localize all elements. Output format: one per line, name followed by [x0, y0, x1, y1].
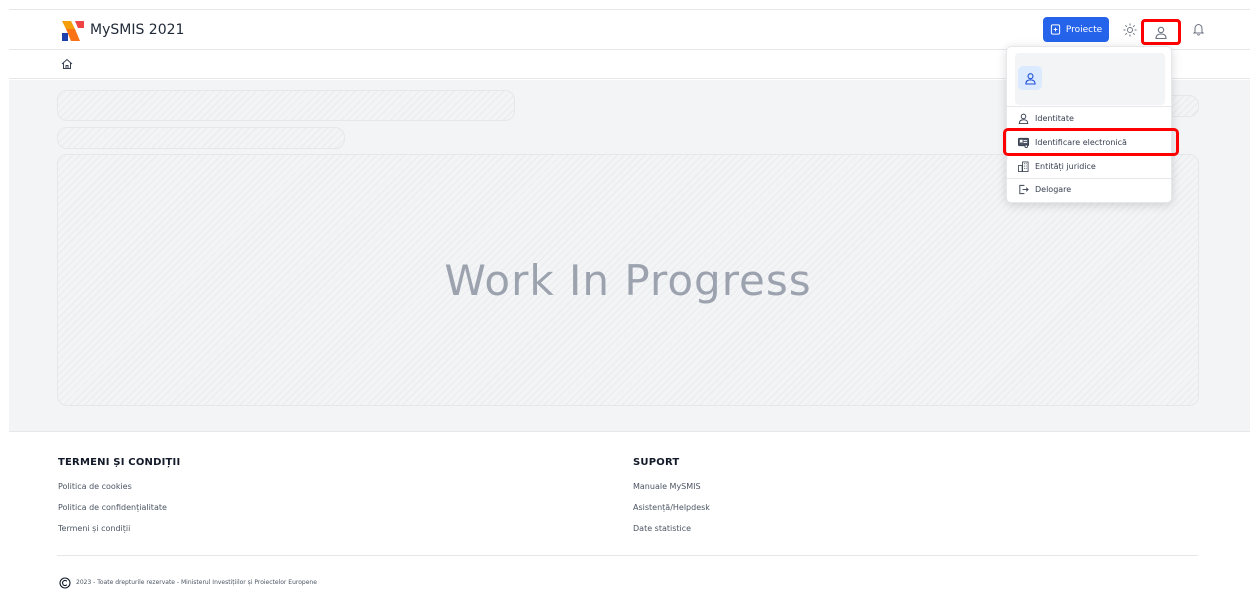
brand-name[interactable]: MySMIS 2021: [90, 20, 184, 40]
menu-item-delogare[interactable]: Delogare: [1007, 179, 1171, 199]
user-profile-summary: [1015, 53, 1165, 105]
projects-button[interactable]: Proiecte: [1043, 17, 1109, 42]
logout-icon: [1019, 184, 1029, 194]
footer-link-helpdesk[interactable]: Asistență/Helpdesk: [633, 503, 710, 512]
footer-link-privacy[interactable]: Politica de confidențialitate: [58, 503, 167, 512]
projects-button-label: Proiecte: [1065, 24, 1103, 35]
footer-link-cookies[interactable]: Politica de cookies: [58, 482, 132, 491]
app-header: MySMIS 2021 Proiecte: [9, 10, 1250, 50]
copyright-text: 2023 - Toate drepturile rezervate - Mini…: [76, 579, 317, 586]
footer-terms-title: TERMENI ȘI CONDIȚII: [58, 457, 181, 468]
footer-link-manuals[interactable]: Manuale MySMIS: [633, 482, 701, 491]
file-plus-icon: [1050, 24, 1060, 35]
mysmis-logo-icon[interactable]: [62, 21, 84, 41]
skeleton-title: [57, 90, 515, 121]
menu-item-identitate[interactable]: Identitate: [1007, 108, 1171, 128]
user-icon: [1155, 26, 1167, 39]
user-menu-button[interactable]: [1141, 19, 1181, 45]
user-icon: [1018, 113, 1029, 124]
footer-link-statistics[interactable]: Date statistice: [633, 524, 691, 533]
footer-link-terms[interactable]: Termeni și condiții: [58, 524, 130, 533]
highlight-annotation: [1003, 128, 1179, 156]
bell-icon[interactable]: [1193, 23, 1204, 36]
menu-divider: [1007, 106, 1171, 107]
menu-item-label: Identitate: [1035, 113, 1074, 123]
sun-icon[interactable]: [1123, 23, 1137, 37]
menu-item-label: Delogare: [1035, 184, 1072, 194]
user-icon: [1024, 72, 1036, 85]
footer-support-title: SUPORT: [633, 457, 680, 468]
copyright-icon: [59, 577, 71, 589]
footer-divider: [57, 555, 1198, 556]
skeleton-subtitle: [57, 127, 345, 149]
menu-item-entitati-juridice[interactable]: Entități juridice: [1007, 156, 1171, 176]
home-icon[interactable]: [61, 58, 73, 70]
avatar: [1018, 66, 1042, 90]
menu-item-label: Entități juridice: [1035, 161, 1096, 171]
buildings-icon: [1018, 161, 1029, 172]
user-dropdown-menu: Identitate Identificare electronică Enti…: [1006, 46, 1172, 203]
